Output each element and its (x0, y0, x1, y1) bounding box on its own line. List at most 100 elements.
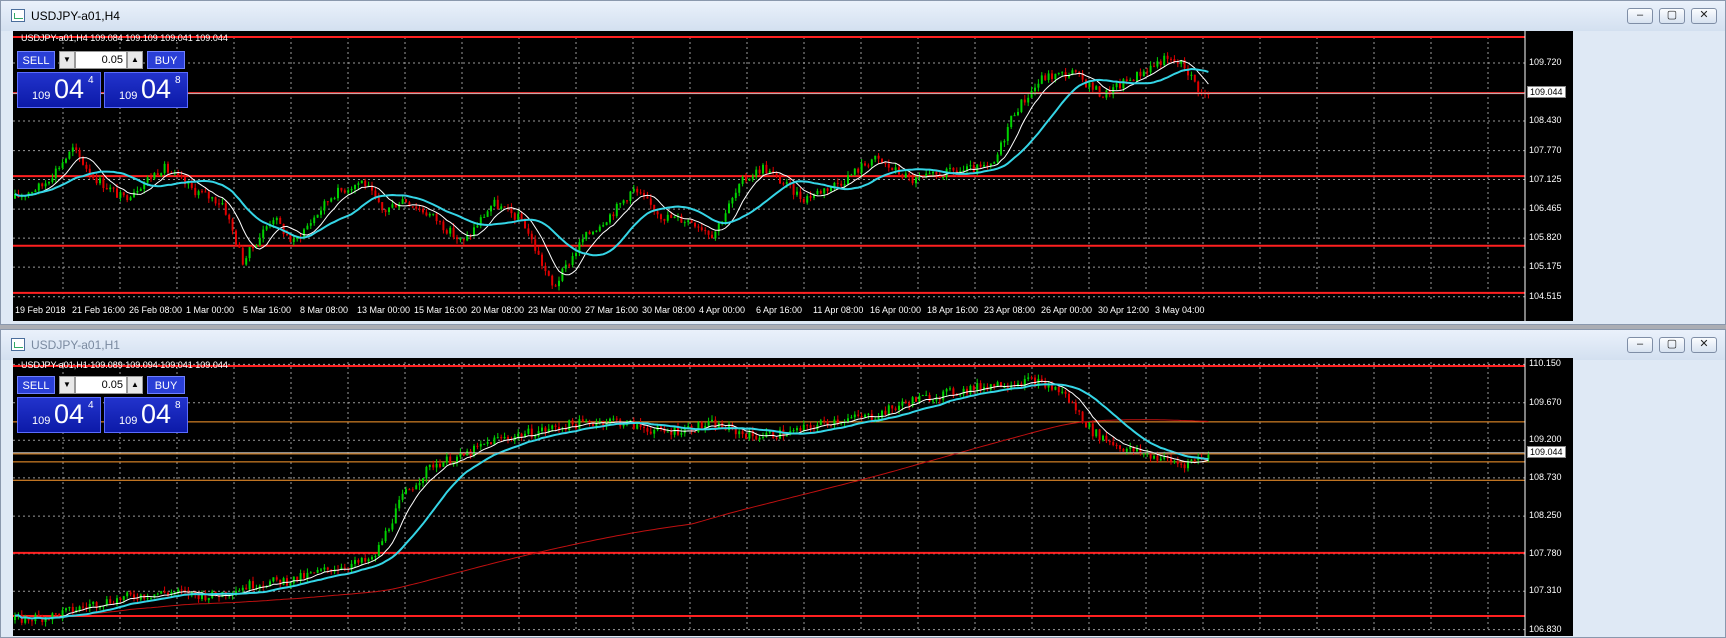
candle-body (615, 418, 618, 420)
candle-body (330, 198, 333, 202)
sell-button[interactable]: SELL (17, 376, 55, 394)
candle-body (1034, 87, 1036, 91)
minimize-icon[interactable]: – (1627, 337, 1653, 353)
candle-body (1037, 83, 1040, 88)
price-tick-label: 105.820 (1529, 232, 1562, 243)
candle-body (527, 428, 530, 434)
ask-price-box[interactable]: 109 04 8 (104, 72, 188, 108)
candle-body (381, 202, 384, 211)
candle-body (541, 254, 543, 266)
bid-price-box[interactable]: 109 04 4 (17, 397, 101, 433)
chevron-down-icon[interactable]: ▼ (59, 51, 75, 69)
bid-price-prefix: 109 (32, 415, 51, 427)
candle-body (394, 508, 397, 524)
chart-window-h4[interactable]: USDJPY-a01,H4 – ▢ ✕ USDJPY-a01,H4 109.08… (0, 0, 1726, 325)
candle-body (952, 167, 955, 171)
candle-body (1068, 393, 1070, 403)
candle-body (248, 247, 251, 259)
candle-body (207, 597, 210, 601)
close-icon[interactable]: ✕ (1691, 8, 1717, 24)
lot-size-input[interactable]: 0.05 (75, 376, 127, 394)
candle-body (320, 210, 322, 215)
window-titlebar[interactable]: USDJPY-a01,H4 – ▢ ✕ (1, 1, 1725, 31)
time-tick-label: 11 Apr 08:00 (813, 305, 864, 315)
close-icon[interactable]: ✕ (1691, 337, 1717, 353)
bid-price-box[interactable]: 109 04 4 (17, 72, 101, 108)
buy-button[interactable]: BUY (147, 51, 185, 69)
candle-body (874, 155, 877, 160)
candle-body (1095, 86, 1098, 90)
candle-body (609, 214, 611, 223)
current-price-label: 109.044 (1527, 445, 1566, 458)
candle-body (758, 437, 761, 440)
candle-body (411, 206, 414, 208)
candle-body (843, 184, 846, 186)
candle-body (612, 418, 615, 420)
candle-body (639, 192, 642, 194)
candle-body (619, 203, 622, 205)
candle-body (904, 401, 907, 404)
lot-size-input[interactable]: 0.05 (75, 51, 127, 69)
candle-body (1170, 458, 1172, 462)
candle-body (224, 203, 227, 215)
candle-body (54, 613, 57, 615)
candle-body (422, 208, 424, 213)
chevron-up-icon[interactable]: ▲ (127, 51, 143, 69)
candle-body (1153, 455, 1155, 459)
chevron-down-icon[interactable]: ▼ (59, 376, 75, 394)
candle-body (1190, 459, 1193, 462)
candle-body (71, 606, 74, 613)
candle-body (949, 167, 951, 169)
candle-body (245, 258, 248, 265)
candle-body (731, 197, 734, 204)
maximize-icon[interactable]: ▢ (1659, 337, 1685, 353)
candle-body (1170, 58, 1172, 60)
candle-body (435, 463, 438, 468)
candle-body (180, 589, 183, 591)
candle-body (1098, 429, 1101, 441)
candle-body (405, 489, 407, 494)
candle-body (792, 430, 795, 432)
candle-body (167, 163, 169, 173)
candle-body (663, 219, 666, 221)
candle-body (575, 252, 577, 257)
candle-body (1027, 97, 1030, 103)
candle-body (802, 199, 805, 203)
candle-body (1003, 140, 1006, 143)
chevron-up-icon[interactable]: ▲ (127, 376, 143, 394)
chart-window-icon (11, 338, 25, 351)
buy-button[interactable]: BUY (147, 376, 185, 394)
candle-body (360, 557, 363, 563)
candle-body (500, 206, 503, 209)
candle-body (435, 213, 438, 222)
candle-body (887, 405, 890, 415)
candle-body (670, 431, 673, 435)
price-chart-h1[interactable]: USDJPY-a01,H1 109.089 109.094 109.041 10… (13, 358, 1573, 636)
candle-body (493, 199, 496, 207)
one-click-trading-panel: SELL ▼ 0.05 ▲ BUY 109 04 4 109 04 8 (17, 45, 188, 108)
candle-body (728, 203, 730, 214)
candle-body (439, 463, 441, 467)
candle-body (289, 235, 292, 242)
candle-body (836, 182, 839, 184)
candle-body (986, 165, 989, 167)
time-tick-label: 3 May 04:00 (1155, 305, 1205, 315)
price-chart-h4[interactable]: USDJPY-a01,H4 109.084 109.109 109.041 10… (13, 31, 1573, 321)
candle-body (333, 198, 336, 200)
window-titlebar[interactable]: USDJPY-a01,H1 – ▢ ✕ (1, 330, 1725, 360)
candle-body (483, 216, 486, 218)
sell-button[interactable]: SELL (17, 51, 55, 69)
candle-body (354, 560, 356, 564)
candle-body (643, 426, 645, 429)
candle-body (932, 400, 934, 402)
minimize-icon[interactable]: – (1627, 8, 1653, 24)
ask-price-box[interactable]: 109 04 8 (104, 397, 188, 433)
chart-window-h1[interactable]: USDJPY-a01,H1 – ▢ ✕ USDJPY-a01,H1 109.08… (0, 329, 1726, 638)
maximize-icon[interactable]: ▢ (1659, 8, 1685, 24)
candle-body (153, 173, 156, 179)
candle-body (1088, 82, 1091, 88)
candle-body (666, 431, 669, 433)
candle-body (700, 422, 703, 429)
candle-body (1061, 391, 1064, 393)
candle-body (568, 420, 571, 430)
